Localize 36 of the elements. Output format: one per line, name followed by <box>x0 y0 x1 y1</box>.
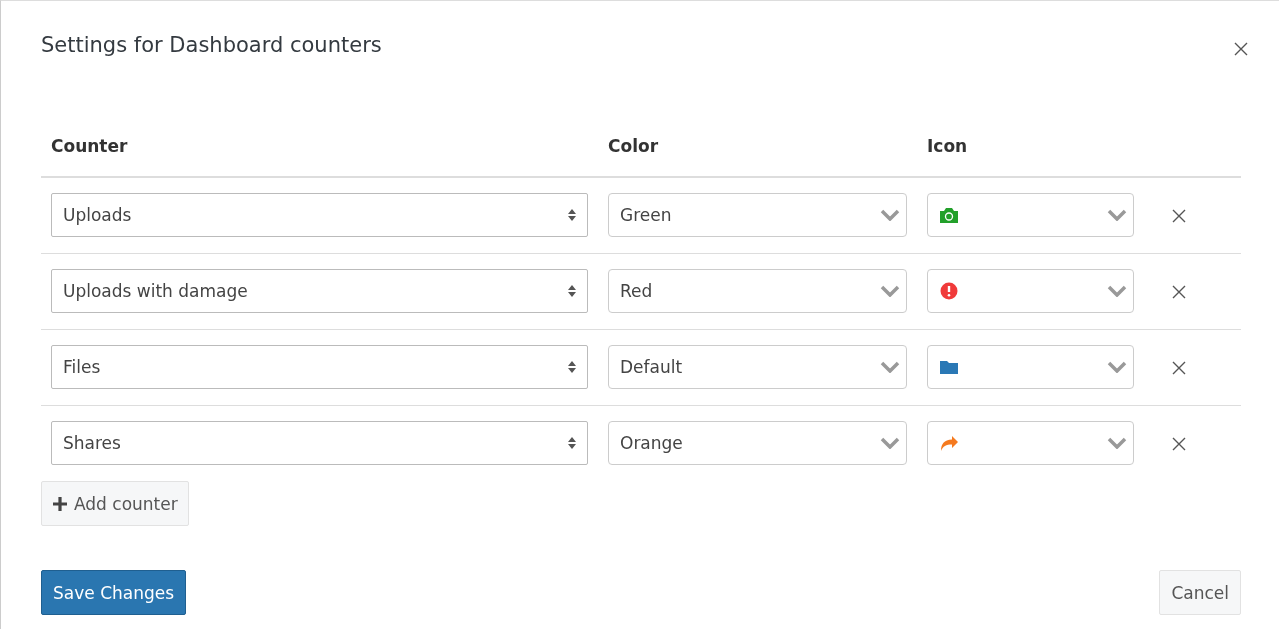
add-counter-button[interactable]: Add counter <box>41 481 189 526</box>
remove-icon[interactable] <box>1171 360 1187 376</box>
sort-caret-icon <box>567 360 577 374</box>
counter-select[interactable]: Shares <box>51 421 588 466</box>
chevron-down-icon <box>1107 361 1127 373</box>
column-header: Counter <box>41 115 598 177</box>
remove-icon[interactable] <box>1171 284 1187 300</box>
sort-caret-icon <box>567 208 577 223</box>
chevron-down-icon <box>1107 209 1127 222</box>
color-select[interactable]: Green <box>608 193 907 238</box>
remove-icon[interactable] <box>1171 436 1187 453</box>
column-header: Icon <box>917 115 1144 177</box>
save-button[interactable]: Save Changes <box>41 570 187 615</box>
icon-select[interactable] <box>927 345 1134 389</box>
chevron-down-icon <box>880 361 900 373</box>
dialog-title: Settings for Dashboard counters <box>41 33 382 57</box>
sort-caret-icon <box>567 436 577 451</box>
icon-select[interactable] <box>927 269 1134 313</box>
cancel-button[interactable]: Cancel <box>1159 570 1241 615</box>
remove-icon[interactable] <box>1171 208 1187 225</box>
plus-icon <box>52 495 68 512</box>
column-header: Color <box>598 115 917 177</box>
counter-select[interactable]: Uploads <box>51 193 588 238</box>
color-select[interactable]: Default <box>608 345 907 389</box>
icon-select[interactable] <box>927 193 1134 238</box>
color-select[interactable]: Red <box>608 269 907 313</box>
chevron-down-icon <box>1107 437 1127 450</box>
close-icon[interactable] <box>1233 41 1249 57</box>
counter-select[interactable]: Files <box>51 345 588 389</box>
sort-caret-icon <box>567 284 577 298</box>
chevron-down-icon <box>880 285 900 297</box>
chevron-down-icon <box>880 209 900 222</box>
color-select[interactable]: Orange <box>608 421 907 466</box>
chevron-down-icon <box>1107 285 1127 297</box>
counter-select[interactable]: Uploads with damage <box>51 269 588 313</box>
chevron-down-icon <box>880 437 900 450</box>
